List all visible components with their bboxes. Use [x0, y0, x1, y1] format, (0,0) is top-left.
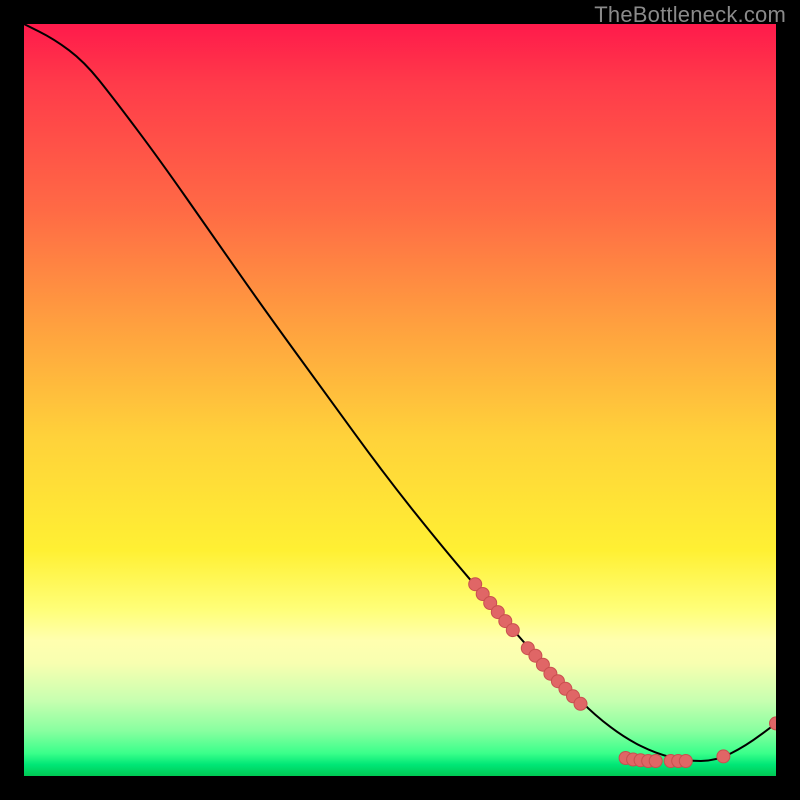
marker-bottom-cluster — [649, 755, 662, 768]
marker-group — [469, 578, 776, 768]
marker-bottom-right — [717, 750, 730, 763]
marker-dense-cluster-1 — [506, 624, 519, 637]
chart-stage: TheBottleneck.com — [0, 0, 800, 800]
watermark-text: TheBottleneck.com — [594, 2, 786, 28]
marker-dense-cluster-2 — [574, 697, 587, 710]
curve-layer — [24, 24, 776, 776]
plot-area — [24, 24, 776, 776]
bottleneck-curve — [24, 24, 776, 761]
marker-bottom-cluster — [679, 755, 692, 768]
